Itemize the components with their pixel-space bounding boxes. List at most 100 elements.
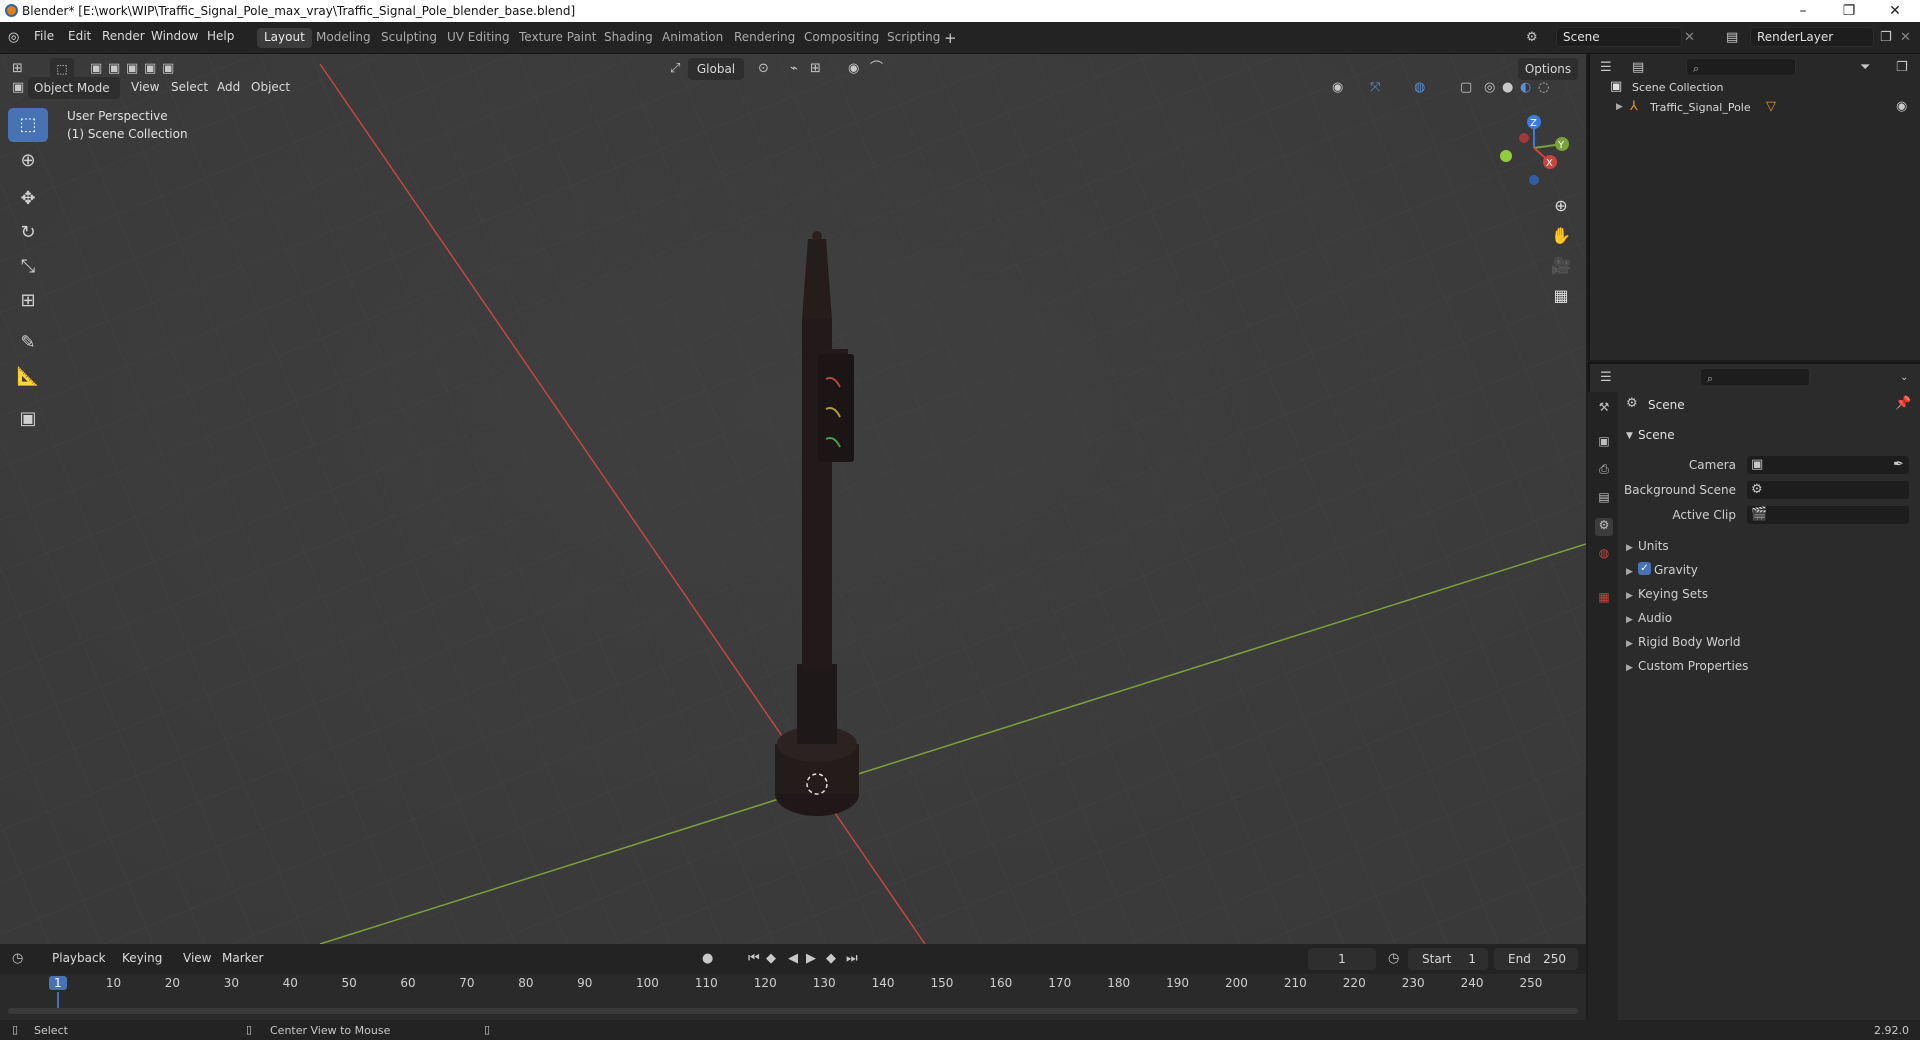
select-mode-new-icon[interactable]: ▣	[90, 61, 102, 77]
panel-expanded-arrow-icon[interactable]: ▼	[1626, 428, 1633, 444]
pan-hand-icon[interactable]: ✋	[1547, 222, 1575, 250]
panel-units[interactable]: Units	[1638, 539, 1669, 553]
snap-target-icon[interactable]: ⊞	[810, 61, 821, 77]
jump-start-icon[interactable]: ⏮	[748, 951, 760, 967]
rendered-shading-icon[interactable]: ◌	[1538, 80, 1549, 96]
camera-field[interactable]: ▣ ✒	[1746, 455, 1910, 475]
wireframe-shading-icon[interactable]: ◎	[1484, 80, 1495, 96]
menu-window[interactable]: Window	[151, 29, 198, 43]
eyedropper-icon[interactable]: ✒	[1893, 457, 1904, 473]
play-reverse-icon[interactable]: ◀	[788, 951, 798, 967]
zoom-icon[interactable]: ⊕	[1547, 192, 1575, 220]
preview-range-icon[interactable]: ◷	[1388, 951, 1399, 967]
navigation-gizmo[interactable]: Z Y X	[1490, 110, 1580, 190]
select-mode-invert-icon[interactable]: ▣	[162, 61, 174, 77]
timeline-editor-icon[interactable]: ◷	[12, 951, 23, 967]
timeline-menu-view[interactable]: View	[183, 951, 211, 965]
active-clip-field[interactable]: 🎬	[1746, 505, 1910, 525]
timeline-menu-marker[interactable]: Marker	[222, 951, 263, 965]
render-tab-icon[interactable]: ▣	[1595, 434, 1613, 452]
outliner-item-traffic-signal-pole[interactable]: Traffic_Signal_Pole	[1650, 101, 1751, 114]
timeline-menu-playback[interactable]: Playback	[52, 951, 106, 965]
display-mode-icon[interactable]: ▤	[1632, 60, 1644, 76]
visibility-icon[interactable]: ◉	[1332, 80, 1343, 96]
render-layer-selector[interactable]: RenderLayer	[1750, 27, 1874, 47]
cursor-tool-icon[interactable]: ⊕	[8, 144, 48, 178]
select-mode-subtract-icon[interactable]: ▣	[126, 61, 138, 77]
current-frame-field[interactable]: 1	[1308, 948, 1376, 970]
transform-orientation-dropdown[interactable]: Global	[688, 58, 744, 80]
tool-tab-icon[interactable]: ⚒	[1595, 400, 1613, 418]
prev-keyframe-icon[interactable]: ◆	[766, 951, 776, 967]
overlays-icon[interactable]: ◍	[1414, 80, 1425, 96]
proportional-edit-icon[interactable]: ◉	[848, 61, 859, 77]
tab-compositing[interactable]: Compositing	[797, 28, 886, 48]
select-mode-intersect-icon[interactable]: ▣	[144, 61, 156, 77]
pin-icon[interactable]: 📌	[1895, 396, 1911, 412]
panel-audio[interactable]: Audio	[1638, 611, 1672, 625]
outliner-search-input[interactable]: ⌕	[1686, 58, 1796, 76]
end-frame-field[interactable]: End 250	[1494, 948, 1578, 970]
menu-file[interactable]: File	[34, 29, 54, 43]
menu-edit[interactable]: Edit	[68, 29, 91, 43]
close-button[interactable]: ✕	[1872, 0, 1918, 22]
units-expand-icon[interactable]: ▶	[1626, 540, 1633, 556]
transform-tool-icon[interactable]: ⊞	[8, 284, 48, 318]
keying-sets-expand-icon[interactable]: ▶	[1626, 588, 1633, 604]
options-dropdown[interactable]: Options	[1518, 58, 1578, 80]
scene-selector[interactable]: Scene	[1556, 27, 1682, 47]
eye-visibility-icon[interactable]: ◉	[1896, 99, 1907, 115]
timeline-scrollbar[interactable]	[8, 1008, 1578, 1014]
tab-animation[interactable]: Animation	[655, 28, 730, 48]
gravity-expand-icon[interactable]: ▶	[1626, 564, 1633, 580]
audio-expand-icon[interactable]: ▶	[1626, 612, 1633, 628]
next-keyframe-icon[interactable]: ◆	[826, 951, 836, 967]
new-collection-icon[interactable]: ❐	[1896, 60, 1908, 76]
panel-keying-sets[interactable]: Keying Sets	[1638, 587, 1708, 601]
measure-tool-icon[interactable]: 📐	[8, 360, 48, 394]
camera-view-icon[interactable]: 🎥	[1547, 252, 1575, 280]
timeline-menu-keying[interactable]: Keying	[122, 951, 162, 965]
menu-render[interactable]: Render	[102, 29, 145, 43]
add-workspace-icon[interactable]: +	[944, 30, 957, 46]
restore-button[interactable]: ❐	[1826, 0, 1872, 22]
xray-icon[interactable]: ▢	[1460, 80, 1472, 96]
blender-menu-icon[interactable]: ◎	[8, 30, 19, 46]
tab-layout[interactable]: Layout	[257, 28, 312, 48]
tab-scripting[interactable]: Scripting	[880, 28, 947, 48]
material-shading-icon[interactable]: ◐	[1520, 80, 1531, 96]
gravity-checkbox[interactable]: ✓	[1638, 562, 1651, 575]
select-mode-extend-icon[interactable]: ▣	[108, 61, 120, 77]
world-tab-icon[interactable]: ◍	[1595, 546, 1613, 564]
scale-tool-icon[interactable]: ⤡	[8, 250, 48, 284]
custom-props-expand-icon[interactable]: ▶	[1626, 660, 1633, 676]
editor-type-icon[interactable]: ⊞	[12, 61, 23, 77]
ortho-grid-icon[interactable]: ▦	[1547, 282, 1575, 310]
rotate-tool-icon[interactable]: ↻	[8, 216, 48, 250]
falloff-icon[interactable]: ⌒	[870, 61, 883, 77]
tab-texture-paint[interactable]: Texture Paint	[512, 28, 603, 48]
viewport-menu-select[interactable]: Select	[171, 80, 208, 94]
panel-rigid-body-world[interactable]: Rigid Body World	[1638, 635, 1741, 649]
start-frame-field[interactable]: Start 1	[1408, 948, 1488, 970]
solid-shading-icon[interactable]: ●	[1502, 80, 1513, 96]
tab-rendering[interactable]: Rendering	[727, 28, 802, 48]
scene-close-icon[interactable]: ✕	[1684, 30, 1695, 46]
filter-icon[interactable]: ⏷	[1860, 60, 1870, 76]
panel-gravity[interactable]: Gravity	[1654, 563, 1698, 577]
tab-uv-editing[interactable]: UV Editing	[440, 28, 517, 48]
layer-close-icon[interactable]: ✕	[1900, 30, 1911, 46]
viewport-menu-add[interactable]: Add	[217, 80, 240, 94]
outliner-editor-icon[interactable]: ☰	[1600, 60, 1612, 76]
tab-shading[interactable]: Shading	[597, 28, 660, 48]
scene-panel-header[interactable]: Scene	[1638, 428, 1675, 442]
texture-tab-icon[interactable]: ▦	[1595, 590, 1613, 608]
tab-sculpting[interactable]: Sculpting	[374, 28, 444, 48]
panel-custom-properties[interactable]: Custom Properties	[1638, 659, 1748, 673]
move-tool-icon[interactable]: ✥	[8, 182, 48, 216]
gizmo-toggle-icon[interactable]: ⤧	[1370, 80, 1380, 96]
properties-options-icon[interactable]: ⌄	[1900, 370, 1908, 386]
viewport-menu-object[interactable]: Object	[251, 80, 290, 94]
pivot-point-icon[interactable]: ⊙	[758, 61, 769, 77]
rigid-body-expand-icon[interactable]: ▶	[1626, 636, 1633, 652]
